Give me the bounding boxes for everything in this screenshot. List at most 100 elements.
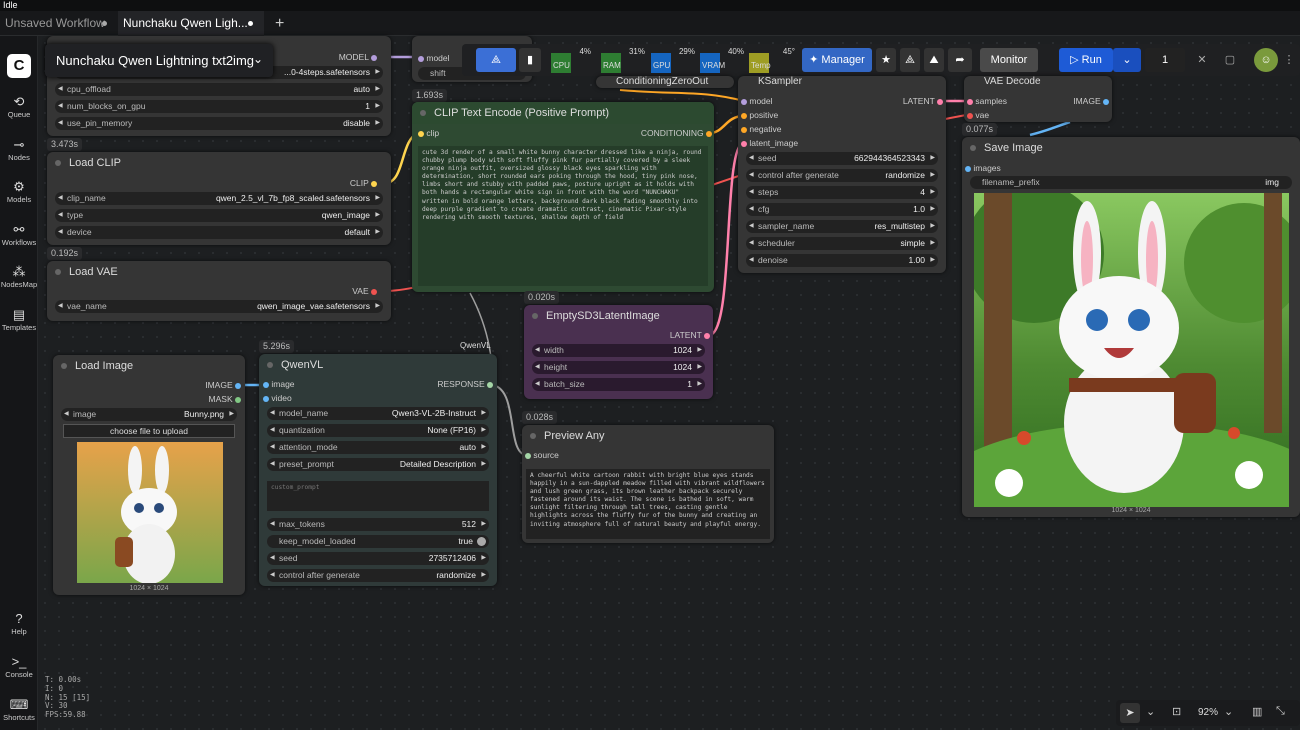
widget-control-after-generate[interactable]: control after generaterandomize bbox=[746, 169, 938, 182]
widget-scheduler[interactable]: schedulersimple bbox=[746, 237, 938, 250]
widget-batch-size[interactable]: batch_size1 bbox=[532, 378, 705, 391]
bunny-thumbnail bbox=[115, 446, 177, 583]
widget-seed[interactable]: seed662944364523343 bbox=[746, 152, 938, 165]
output-clip[interactable]: CLIP bbox=[350, 178, 377, 189]
widget-model-name[interactable]: model_nameQwen3-VL-2B-Instruct bbox=[267, 407, 489, 420]
widget-preset-prompt[interactable]: preset_promptDetailed Description bbox=[267, 458, 489, 471]
node-qwenvl[interactable]: QwenVL image video RESPONSE model_nameQw… bbox=[259, 354, 497, 586]
output-latent[interactable]: LATENT bbox=[903, 96, 943, 107]
workflow-title-dropdown[interactable]: Nunchaku Qwen Lightning txt2img ⌄ bbox=[45, 44, 273, 77]
node-conditioning-zero-out[interactable]: ConditioningZeroOut bbox=[596, 76, 734, 88]
node-vae-decode[interactable]: VAE Decode samples vae IMAGE bbox=[964, 76, 1112, 122]
close-icon[interactable]: ✕ bbox=[1192, 48, 1212, 72]
widget-sampler-name[interactable]: sampler_nameres_multistep bbox=[746, 220, 938, 233]
node-load-vae[interactable]: Load VAE VAE vae_nameqwen_image_vae.safe… bbox=[47, 261, 391, 321]
workflow-graph-icon[interactable]: ⟁ bbox=[476, 48, 516, 72]
widget-denoise[interactable]: denoise1.00 bbox=[746, 254, 938, 267]
queue-count-input[interactable]: 1 bbox=[1145, 48, 1185, 72]
toggle-keep-model-loaded[interactable]: keep_model_loaded true bbox=[267, 535, 489, 548]
output-response[interactable]: RESPONSE bbox=[437, 379, 493, 390]
input-clip[interactable]: clip bbox=[418, 128, 439, 139]
input-source[interactable]: source bbox=[525, 450, 559, 461]
toolbar-actions: ✦ Manager ★ ⟁ ⛰ ➦ Monitor ▷ Run ⌄ 1 ✕ ▢ … bbox=[800, 44, 1300, 76]
preview-text-output[interactable]: A cheerful white cartoon rabbit with bri… bbox=[526, 469, 770, 539]
node-save-image[interactable]: Save Image images filename_prefix img 102… bbox=[962, 137, 1300, 517]
node-load-image[interactable]: Load Image IMAGE MASK imageBunny.png cho… bbox=[53, 355, 245, 595]
share-icon[interactable]: ➦ bbox=[948, 48, 972, 72]
widget-seed[interactable]: seed2735712406 bbox=[267, 552, 489, 565]
output-vae[interactable]: VAE bbox=[352, 286, 377, 297]
output-model[interactable]: MODEL bbox=[339, 52, 377, 63]
link-visibility-icon[interactable]: ⤡ bbox=[1276, 705, 1285, 718]
input-image[interactable]: image bbox=[263, 379, 295, 390]
monitor-button[interactable]: Monitor bbox=[980, 48, 1038, 72]
node-title: ConditioningZeroOut bbox=[616, 76, 709, 87]
custom-prompt-textarea[interactable]: custom_prompt bbox=[267, 481, 489, 511]
widget-quantization[interactable]: quantizationNone (FP16) bbox=[267, 424, 489, 437]
widget-num-blocks[interactable]: num_blocks_on_gpu1 bbox=[55, 100, 383, 113]
widget-type[interactable]: typeqwen_image bbox=[55, 209, 383, 222]
panel-toggle-icon[interactable]: ▢ bbox=[1220, 48, 1240, 72]
minimap-icon[interactable]: ▥ bbox=[1252, 705, 1262, 718]
output-conditioning[interactable]: CONDITIONING bbox=[641, 128, 712, 139]
widget-clip-name[interactable]: clip_nameqwen_2.5_vl_7b_fp8_scaled.safet… bbox=[55, 192, 383, 205]
output-mask[interactable]: MASK bbox=[209, 394, 241, 405]
input-negative[interactable]: negative bbox=[741, 124, 782, 135]
widget-pin-memory[interactable]: use_pin_memorydisable bbox=[55, 117, 383, 130]
avatar[interactable]: ☺ bbox=[1254, 48, 1278, 72]
input-latent-image[interactable]: latent_image bbox=[741, 138, 798, 149]
upload-button[interactable]: choose file to upload bbox=[63, 424, 235, 438]
widget-image-select[interactable]: imageBunny.png bbox=[61, 408, 237, 421]
node-load-clip[interactable]: Load CLIP CLIP clip_nameqwen_2.5_vl_7b_f… bbox=[47, 152, 391, 245]
widget-max-tokens[interactable]: max_tokens512 bbox=[267, 518, 489, 531]
widget-cpu-offload[interactable]: cpu_offloadauto bbox=[55, 83, 383, 96]
chevron-down-icon[interactable]: ⌄ bbox=[1146, 705, 1155, 718]
star-icon[interactable]: ★ bbox=[876, 48, 896, 72]
bookmark-icon[interactable]: ▮ bbox=[519, 48, 541, 72]
run-button[interactable]: ▷ Run bbox=[1059, 48, 1113, 72]
node-title: VAE Decode bbox=[984, 76, 1041, 87]
input-samples[interactable]: samples bbox=[967, 96, 1007, 107]
run-options-chevron-icon[interactable]: ⌄ bbox=[1113, 48, 1141, 72]
output-image[interactable]: IMAGE bbox=[205, 380, 241, 391]
node-preview-any[interactable]: Preview Any source A cheerful white cart… bbox=[522, 425, 774, 543]
input-vae[interactable]: vae bbox=[967, 110, 989, 121]
chevron-down-icon[interactable]: ⌄ bbox=[1224, 705, 1233, 718]
canvas-stats: T: 0.00s I: 0 N: 15 [15] V: 30 FPS:59.88 bbox=[45, 675, 90, 720]
input-images[interactable]: images bbox=[965, 163, 1001, 174]
widget-control-after-generate[interactable]: control after generaterandomize bbox=[267, 569, 489, 582]
link-image-out bbox=[1029, 120, 1071, 137]
output-image[interactable]: IMAGE bbox=[1073, 96, 1109, 107]
widget-device[interactable]: devicedefault bbox=[55, 226, 383, 239]
output-image-bunny bbox=[974, 193, 1289, 507]
toggle-knob-icon bbox=[477, 537, 486, 546]
mask-icon[interactable]: ⟁ bbox=[900, 48, 920, 72]
node-clip-text-encode[interactable]: CLIP Text Encode (Positive Prompt) clip … bbox=[412, 102, 714, 292]
widget-steps[interactable]: steps4 bbox=[746, 186, 938, 199]
widget-cfg[interactable]: cfg1.0 bbox=[746, 203, 938, 216]
widget-filename-prefix[interactable]: filename_prefix img bbox=[970, 176, 1292, 189]
monitor-label: Monitor bbox=[990, 54, 1028, 66]
more-options-icon[interactable]: ⋮ bbox=[1282, 48, 1296, 72]
node-empty-latent[interactable]: EmptySD3LatentImage LATENT width1024 hei… bbox=[524, 305, 713, 399]
input-model[interactable]: model bbox=[741, 96, 773, 107]
terrain-icon[interactable]: ⛰ bbox=[924, 48, 944, 72]
zoom-level[interactable]: 92% bbox=[1198, 707, 1218, 718]
puzzle-icon: ✦ bbox=[809, 54, 822, 66]
widget-height[interactable]: height1024 bbox=[532, 361, 705, 374]
widget-width[interactable]: width1024 bbox=[532, 344, 705, 357]
input-model[interactable]: model bbox=[418, 53, 450, 64]
node-ksampler[interactable]: KSampler model positive negative latent_… bbox=[738, 76, 946, 273]
manager-button[interactable]: ✦ Manager bbox=[802, 48, 872, 72]
prompt-textarea[interactable]: cute 3d render of a small white bunny ch… bbox=[418, 146, 708, 286]
widget-vae-name[interactable]: vae_nameqwen_image_vae.safetensors bbox=[55, 300, 383, 313]
chevron-down-icon: ⌄ bbox=[252, 52, 263, 66]
input-video[interactable]: video bbox=[263, 393, 292, 404]
node-title: CLIP Text Encode (Positive Prompt) bbox=[412, 102, 714, 124]
select-pointer-icon[interactable]: ➤ bbox=[1120, 703, 1140, 723]
manager-label: Manager bbox=[821, 54, 865, 66]
fit-view-icon[interactable]: ⊡ bbox=[1172, 705, 1181, 718]
widget-attention-mode[interactable]: attention_modeauto bbox=[267, 441, 489, 454]
input-positive[interactable]: positive bbox=[741, 110, 778, 121]
output-latent[interactable]: LATENT bbox=[670, 330, 710, 341]
